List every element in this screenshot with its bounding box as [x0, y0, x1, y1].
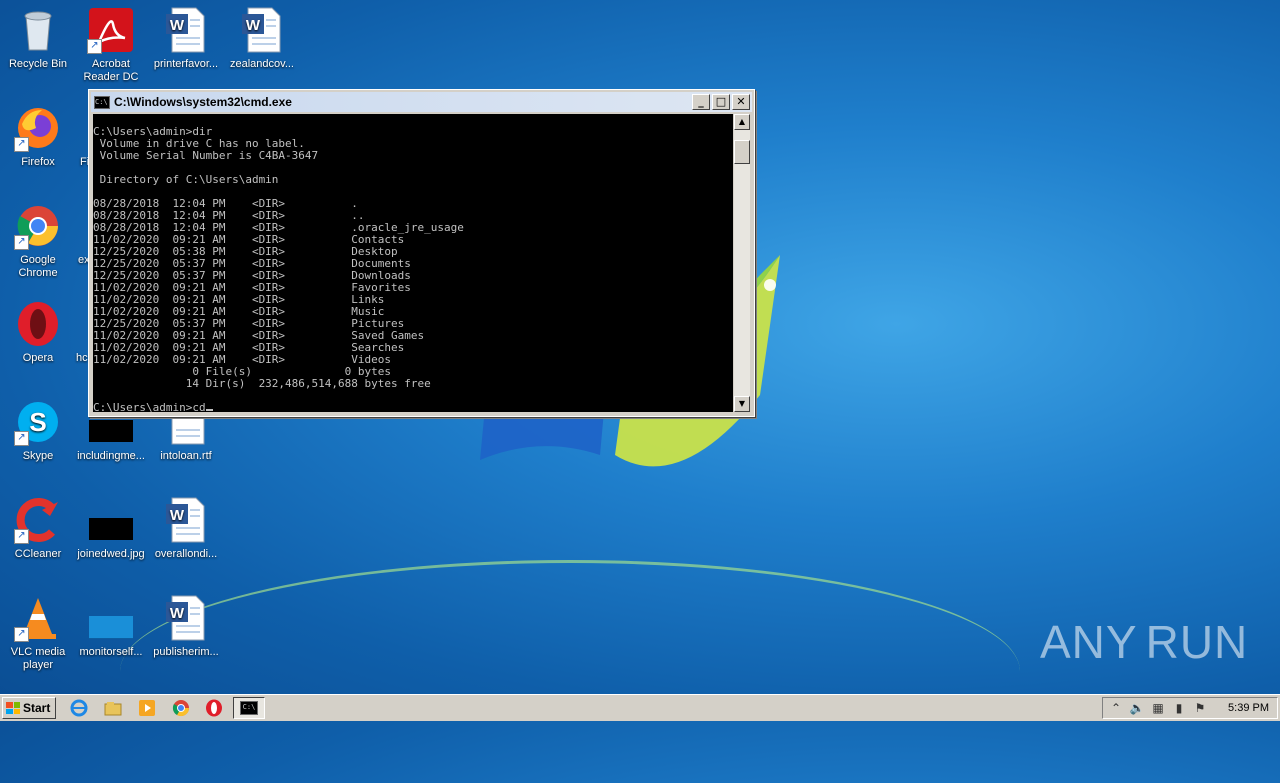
wallpaper-swoosh — [120, 560, 1020, 783]
recycle-bin-icon — [14, 6, 62, 54]
clock[interactable]: 5:39 PM — [1228, 702, 1269, 714]
image-thumbnail-icon — [87, 594, 135, 642]
icon-label: CCleaner — [14, 548, 62, 560]
icon-label: Acrobat Reader DC — [83, 58, 139, 83]
scroll-up-arrow-icon[interactable]: ▲ — [734, 114, 750, 130]
image-thumbnail-icon — [87, 496, 135, 544]
word-document-icon: W — [162, 594, 210, 642]
chrome-icon: ↗ — [14, 202, 62, 250]
show-hidden-icons-icon[interactable]: ⌃ — [1108, 700, 1124, 716]
watermark-any: ANY — [1040, 616, 1138, 668]
chrome-taskbar-icon[interactable] — [172, 699, 190, 717]
icon-label: printerfavor... — [153, 58, 219, 70]
word-document-icon: W — [162, 496, 210, 544]
icon-label: joinedwed.jpg — [77, 548, 145, 560]
media-player-icon[interactable] — [138, 699, 156, 717]
desktop-icon-zealandcov[interactable]: W zealandcov... — [224, 6, 300, 71]
desktop-icon-overallond[interactable]: W overallondi... — [148, 496, 224, 561]
volume-icon[interactable]: 🔈 — [1129, 700, 1145, 716]
console-output[interactable]: C:\Users\admin>dir Volume in drive C has… — [93, 114, 733, 412]
icon-label: Skype — [22, 450, 54, 462]
desktop-icon-vlc[interactable]: ↗ VLC media player — [0, 594, 76, 672]
cmd-title: C:\Windows\system32\cmd.exe — [114, 95, 292, 109]
opera-taskbar-icon[interactable] — [205, 699, 223, 717]
windows-flag-icon — [6, 702, 20, 714]
vlc-cone-icon: ↗ — [14, 594, 62, 642]
start-button[interactable]: Start — [2, 697, 56, 719]
maximize-button[interactable]: □ — [712, 94, 730, 110]
icon-label: VLC media player — [10, 646, 66, 671]
ccleaner-icon: ↗ — [14, 496, 62, 544]
desktop-icon-printerfavor[interactable]: W printerfavor... — [148, 6, 224, 71]
power-icon[interactable]: ▮ — [1171, 700, 1187, 716]
console-line: C:\Users\admin>cd — [93, 402, 733, 412]
word-document-icon: W — [162, 6, 210, 54]
text-cursor — [205, 409, 213, 411]
icon-label: includingme... — [77, 450, 145, 462]
start-label: Start — [23, 701, 51, 715]
watermark-run: RUN — [1145, 616, 1249, 668]
desktop-icon-monitorself[interactable]: monitorself... — [73, 594, 149, 659]
icon-label: monitorself... — [79, 646, 143, 658]
icon-label: intoloan.rtf — [160, 450, 212, 462]
icon-label: overallondi... — [154, 548, 218, 560]
network-icon[interactable]: ▦ — [1150, 700, 1166, 716]
taskbar: Start C:\ ⌃ 🔈 ▦ ▮ ⚑ 5:39 PM — [0, 694, 1280, 721]
icon-label: zealandcov... — [229, 58, 294, 70]
cmd-icon: C:\ — [94, 95, 110, 109]
icon-label: Recycle Bin — [8, 58, 68, 70]
svg-text:S: S — [29, 407, 46, 437]
internet-explorer-icon[interactable] — [70, 699, 88, 717]
windows-explorer-icon[interactable] — [104, 699, 122, 717]
desktop-icon-skype[interactable]: S ↗ Skype — [0, 398, 76, 463]
desktop-icon-joinedwed[interactable]: joinedwed.jpg — [73, 496, 149, 561]
svg-text:W: W — [170, 605, 185, 622]
system-tray: ⌃ 🔈 ▦ ▮ ⚑ 5:39 PM — [1102, 697, 1278, 719]
desktop-icon-recycle-bin[interactable]: Recycle Bin — [0, 6, 76, 71]
console-line: 14 Dir(s) 232,486,514,688 bytes free — [93, 377, 431, 390]
anyrun-watermark: ANY RUN — [1040, 610, 1247, 674]
cmd-titlebar[interactable]: C:\ C:\Windows\system32\cmd.exe _ □ ✕ — [91, 92, 752, 112]
skype-icon: S ↗ — [14, 398, 62, 446]
close-button[interactable]: ✕ — [732, 94, 750, 110]
console-line: Volume Serial Number is C4BA-3647 — [93, 149, 319, 162]
acrobat-icon: ↗ — [87, 6, 135, 54]
vertical-scrollbar[interactable]: ▲ ▼ — [734, 114, 750, 412]
cmd-window[interactable]: C:\ C:\Windows\system32\cmd.exe _ □ ✕ C:… — [88, 89, 755, 417]
word-document-icon: W — [238, 6, 286, 54]
svg-text:W: W — [170, 17, 185, 34]
svg-text:W: W — [246, 17, 261, 34]
cmd-icon: C:\ — [240, 701, 258, 715]
console-line: Directory of C:\Users\admin — [93, 173, 279, 186]
firefox-icon: ↗ — [14, 104, 62, 152]
desktop-icon-ccleaner[interactable]: ↗ CCleaner — [0, 496, 76, 561]
scroll-down-arrow-icon[interactable]: ▼ — [734, 396, 750, 412]
scroll-thumb[interactable] — [734, 140, 750, 164]
action-center-flag-icon[interactable]: ⚑ — [1192, 700, 1208, 716]
taskbar-cmd-button[interactable]: C:\ — [233, 697, 265, 719]
icon-label: publisherim... — [153, 646, 219, 658]
opera-icon — [14, 300, 62, 348]
svg-text:W: W — [170, 507, 185, 524]
minimize-button[interactable]: _ — [692, 94, 710, 110]
desktop-icon-acrobat[interactable]: ↗ Acrobat Reader DC — [73, 6, 149, 84]
desktop-icon-publisherim[interactable]: W publisherim... — [148, 594, 224, 659]
